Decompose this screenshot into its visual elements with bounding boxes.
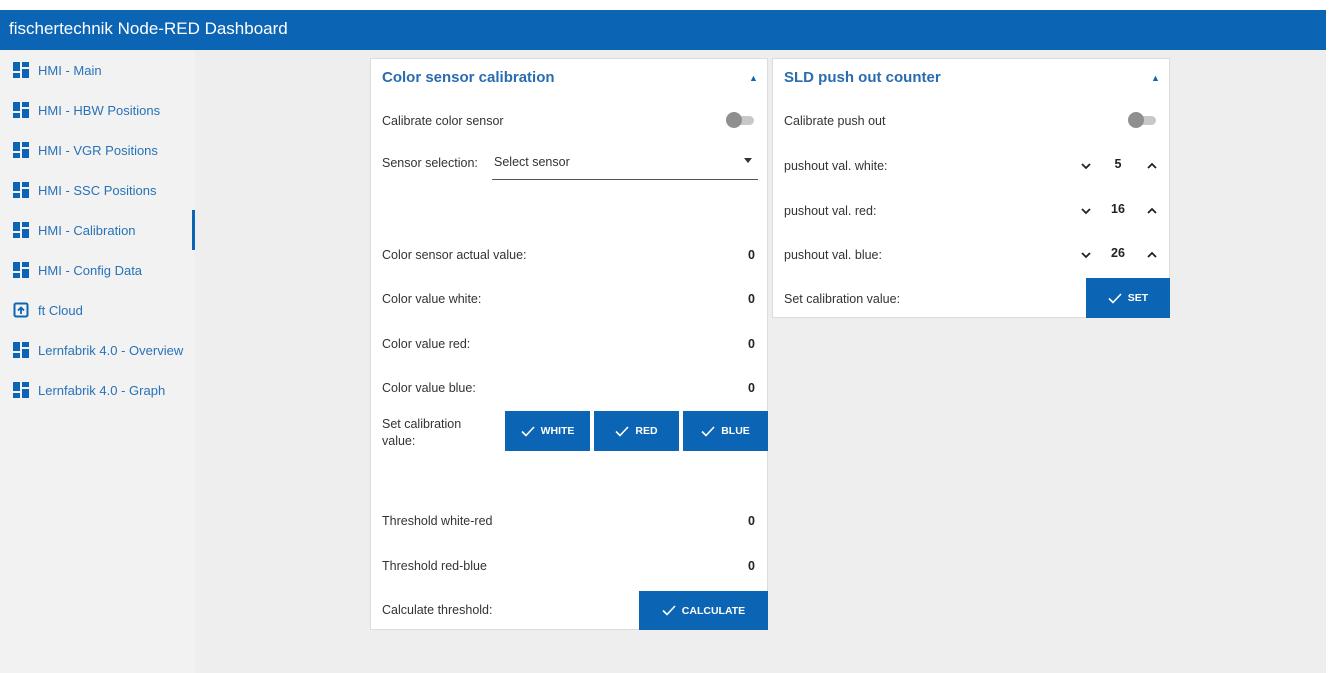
dashboard-icon <box>13 182 29 198</box>
check-icon <box>521 425 535 437</box>
sidebar-item-label: HMI - Calibration <box>38 222 136 238</box>
card-title: Color sensor calibration <box>382 69 555 86</box>
blue-button-label: BLUE <box>721 425 750 437</box>
red-button[interactable]: RED <box>594 411 679 451</box>
check-icon <box>615 425 629 437</box>
threshold-white-red-label: Threshold white-red <box>382 514 493 528</box>
dashboard-icon <box>13 142 29 158</box>
pushout-blue-label: pushout val. blue: <box>784 248 882 262</box>
threshold-white-red-value: 0 <box>748 514 755 528</box>
dashboard-icon <box>13 262 29 278</box>
toggle-knob <box>1128 112 1144 128</box>
sidebar-item-vgr-positions[interactable]: HMI - VGR Positions <box>0 130 195 170</box>
dashboard-icon <box>13 382 29 398</box>
decrement-red-chevron-down-icon[interactable] <box>1079 204 1093 218</box>
actual-value: 0 <box>748 248 755 262</box>
calibrate-color-sensor-toggle[interactable] <box>726 112 754 128</box>
sidebar-item-calibration[interactable]: HMI - Calibration <box>0 210 195 250</box>
calculate-button-label: CALCULATE <box>681 604 746 617</box>
toggle-knob <box>726 112 742 128</box>
set-calibration-label: Set calibration value: <box>784 292 901 306</box>
sidebar-item-ft-cloud[interactable]: ft Cloud <box>0 290 195 330</box>
sld-push-out-counter-card: SLD push out counter ▲ Calibrate push ou… <box>772 58 1170 318</box>
sidebar-item-config-data[interactable]: HMI - Config Data <box>0 250 195 290</box>
dashboard-icon <box>13 342 29 358</box>
sidebar-item-label: HMI - SSC Positions <box>38 182 157 198</box>
sidebar-item-lernfabrik-overview[interactable]: Lernfabrik 4.0 - Overview <box>0 330 195 370</box>
white-button[interactable]: WHITE <box>505 411 590 451</box>
red-button-label: RED <box>635 425 658 437</box>
color-white-label: Color value white: <box>382 292 482 306</box>
check-icon <box>1108 292 1122 304</box>
dashboard-icon <box>13 222 29 238</box>
check-icon <box>662 605 676 616</box>
actual-value-label: Color sensor actual value: <box>382 248 527 262</box>
decrement-blue-chevron-down-icon[interactable] <box>1079 248 1093 262</box>
sidebar-item-label: HMI - HBW Positions <box>38 102 161 118</box>
increment-blue-chevron-up-icon[interactable] <box>1145 248 1159 262</box>
sensor-select-value: Select sensor <box>494 155 570 169</box>
sensor-selection-label: Sensor selection: <box>382 156 478 170</box>
set-button[interactable]: SET <box>1086 278 1170 318</box>
threshold-red-blue-value: 0 <box>748 559 755 573</box>
pushout-white-value: 5 <box>1114 157 1122 171</box>
increment-red-chevron-up-icon[interactable] <box>1145 204 1159 218</box>
pushout-red-label: pushout val. red: <box>784 204 877 218</box>
calculate-threshold-label: Calculate threshold: <box>382 603 493 617</box>
color-blue-label: Color value blue: <box>382 381 476 395</box>
sidebar-item-hbw-positions[interactable]: HMI - HBW Positions <box>0 90 195 130</box>
sidebar-item-hmi-main[interactable]: HMI - Main <box>0 50 195 90</box>
dashboard-icon <box>13 62 29 78</box>
sidebar: HMI - Main HMI - HBW Positions HMI - VGR… <box>0 50 195 673</box>
sidebar-item-label: Lernfabrik 4.0 - Overview <box>38 342 184 358</box>
calibrate-push-out-toggle[interactable] <box>1128 112 1156 128</box>
calibrate-color-sensor-label: Calibrate color sensor <box>382 114 504 128</box>
color-red-value: 0 <box>748 337 755 351</box>
pushout-white-label: pushout val. white: <box>784 159 888 173</box>
collapse-icon[interactable]: ▲ <box>1151 73 1160 83</box>
calibrate-push-out-label: Calibrate push out <box>784 114 886 128</box>
caret-down-icon <box>744 158 752 163</box>
top-toolbar: fischertechnik Node-RED Dashboard <box>0 10 1326 50</box>
increment-white-chevron-up-icon[interactable] <box>1145 159 1159 173</box>
sidebar-item-label: HMI - Main <box>38 62 102 78</box>
sidebar-item-label: HMI - VGR Positions <box>38 142 158 158</box>
sidebar-item-label: Lernfabrik 4.0 - Graph <box>38 382 166 398</box>
check-icon <box>701 425 715 437</box>
blue-button[interactable]: BLUE <box>683 411 768 451</box>
white-button-label: WHITE <box>540 425 575 437</box>
color-sensor-calibration-card: Color sensor calibration ▲ Calibrate col… <box>370 58 768 630</box>
card-title: SLD push out counter <box>784 69 941 86</box>
threshold-red-blue-label: Threshold red-blue <box>382 559 487 573</box>
color-blue-value: 0 <box>748 381 755 395</box>
color-red-label: Color value red: <box>382 337 471 351</box>
app-title: fischertechnik Node-RED Dashboard <box>9 19 288 38</box>
color-white-value: 0 <box>748 292 755 306</box>
calculate-button[interactable]: CALCULATE <box>639 591 768 630</box>
set-calibration-label: Set calibration value: <box>382 417 462 448</box>
open-in-new-icon <box>13 302 29 318</box>
sidebar-item-label: HMI - Config Data <box>38 262 143 278</box>
set-button-label: SET <box>1127 292 1149 304</box>
pushout-red-value: 16 <box>1111 202 1125 216</box>
sidebar-item-lernfabrik-graph[interactable]: Lernfabrik 4.0 - Graph <box>0 370 195 410</box>
pushout-blue-value: 26 <box>1111 246 1125 260</box>
dashboard-icon <box>13 102 29 118</box>
sidebar-item-ssc-positions[interactable]: HMI - SSC Positions <box>0 170 195 210</box>
collapse-icon[interactable]: ▲ <box>749 73 758 83</box>
sidebar-item-label: ft Cloud <box>38 302 83 318</box>
sensor-select[interactable]: Select sensor <box>492 151 758 180</box>
decrement-white-chevron-down-icon[interactable] <box>1079 159 1093 173</box>
